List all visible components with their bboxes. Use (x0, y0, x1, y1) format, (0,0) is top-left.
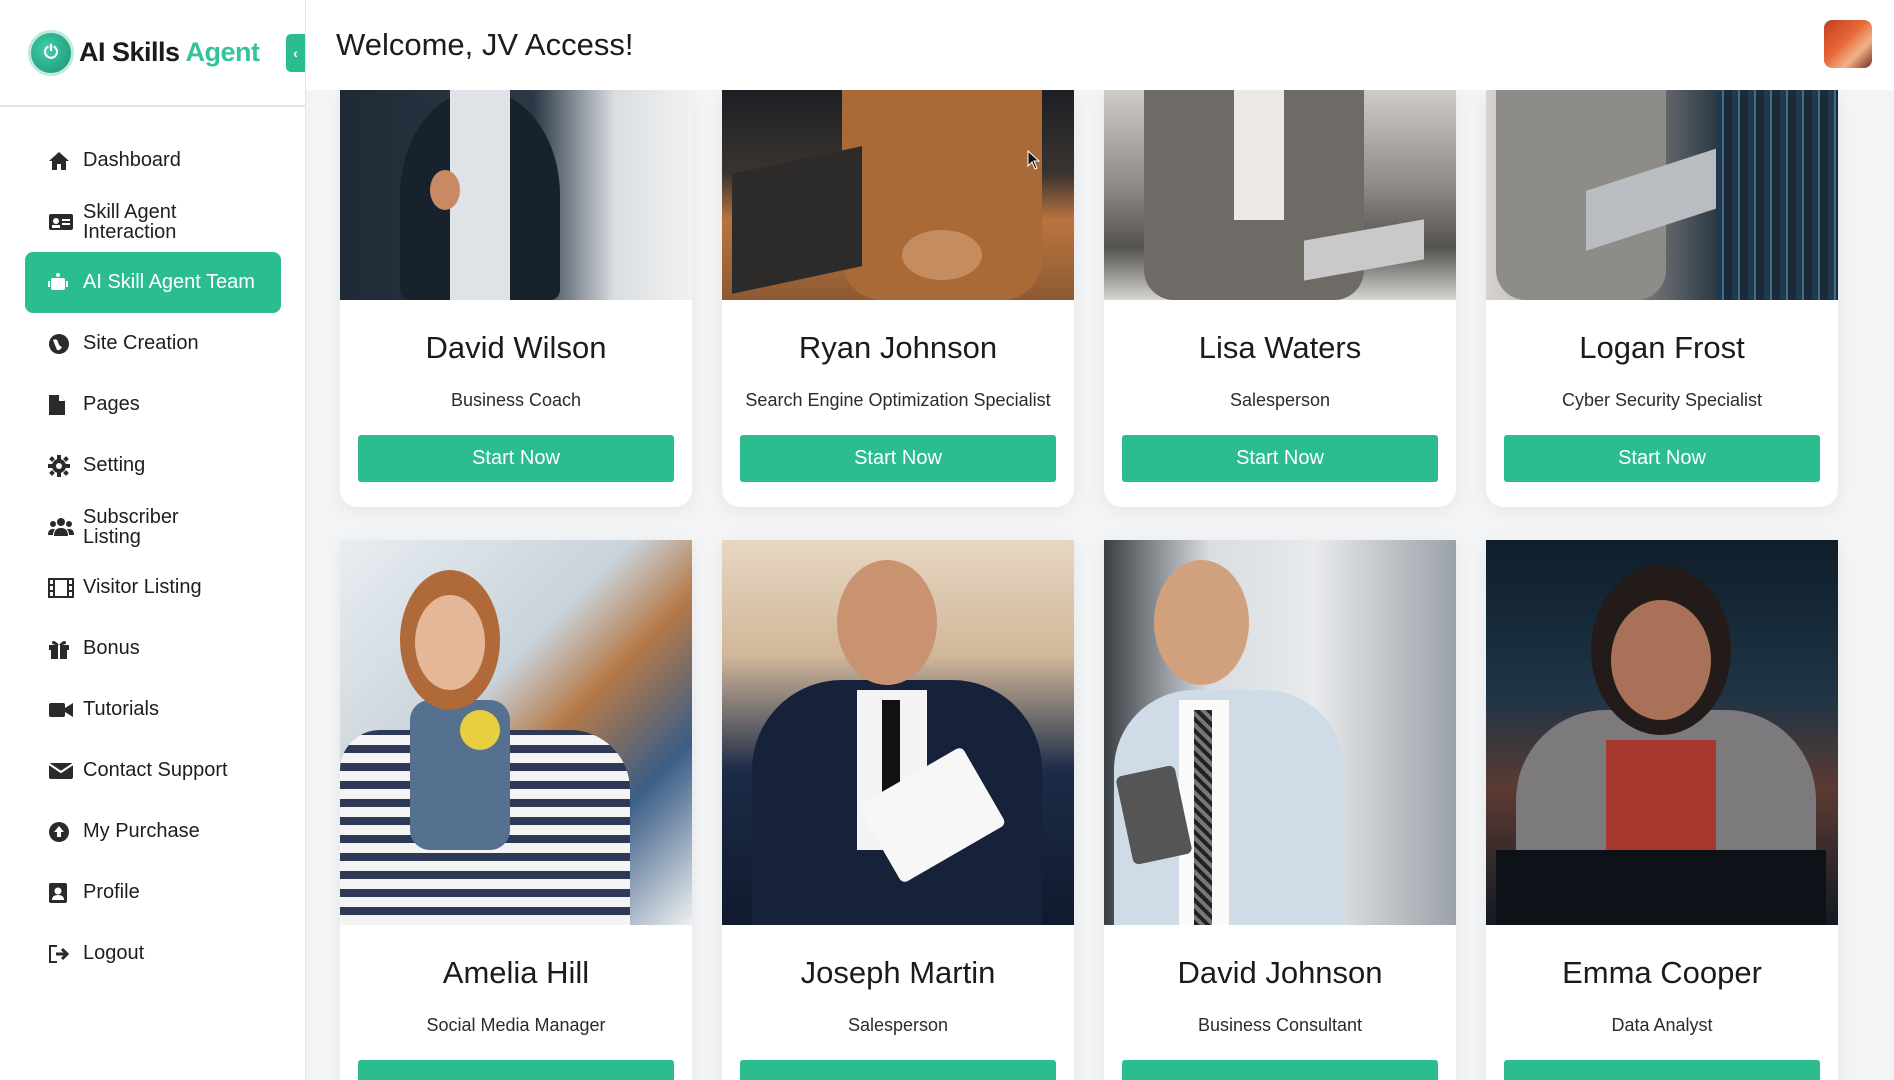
envelope-icon (48, 759, 76, 783)
chevron-left-icon: ‹ (293, 45, 298, 61)
agent-name: Logan Frost (1579, 330, 1745, 365)
sidebar-collapse-button[interactable]: ‹ (286, 34, 305, 72)
start-now-button[interactable]: Start Now (358, 435, 674, 482)
agent-card: David Johnson Business Consultant (1104, 540, 1456, 1080)
sidebar-item-dashboard[interactable]: Dashboard (25, 130, 281, 191)
sidebar-item-label: My Purchase (83, 820, 200, 842)
brand-name: AI Skills Agent (79, 37, 260, 68)
file-icon (48, 393, 76, 417)
logout-icon (48, 942, 76, 966)
sidebar-item-label: Pages (83, 393, 140, 415)
agent-role: Data Analyst (1611, 1015, 1713, 1035)
sidebar-item-label: Bonus (83, 637, 140, 659)
gift-icon (48, 637, 76, 661)
sidebar-item-profile[interactable]: Profile (25, 862, 281, 923)
sidebar-nav: Dashboard Skill Agent Interaction AI Ski… (25, 130, 281, 984)
sidebar-item-label: Visitor Listing (83, 576, 202, 598)
agent-card: Lisa Waters Salesperson Start Now (1104, 90, 1456, 507)
home-icon (48, 149, 76, 173)
agent-name: Ryan Johnson (798, 330, 998, 365)
agent-photo (340, 90, 692, 300)
agent-name: Amelia Hill (442, 955, 590, 990)
user-badge-icon (48, 881, 76, 905)
agent-grid: David Wilson Business Coach Start Now Ry… (306, 90, 1894, 1080)
agent-photo (1486, 540, 1838, 925)
agent-card: Logan Frost Cyber Security Specialist St… (1486, 90, 1838, 507)
sidebar-item-tutorials[interactable]: Tutorials (25, 679, 281, 740)
sidebar-item-visitor-listing[interactable]: Visitor Listing (25, 557, 281, 618)
agent-role: Cyber Security Specialist (1561, 390, 1763, 410)
agent-card: Emma Cooper Data Analyst (1486, 540, 1838, 1080)
agent-photo (1486, 90, 1838, 300)
sidebar-item-ai-skill-agent-team[interactable]: AI Skill Agent Team (25, 252, 281, 313)
agent-role: Business Coach (450, 390, 582, 410)
sidebar-item-label: Profile (83, 881, 140, 903)
users-icon (48, 515, 76, 539)
brand: ⏻ AI Skills Agent ‹ (0, 0, 305, 107)
sidebar-item-my-purchase[interactable]: My Purchase (25, 801, 281, 862)
sidebar-item-label: Logout (83, 942, 145, 964)
avatar[interactable] (1824, 20, 1872, 68)
upload-circle-icon (48, 820, 76, 844)
agent-name: Joseph Martin (800, 955, 996, 990)
sidebar-item-pages[interactable]: Pages (25, 374, 281, 435)
sidebar-item-label: Subscriber Listing (83, 505, 179, 548)
agent-role: Salesperson (847, 1015, 949, 1035)
logo-icon: ⏻ (28, 29, 74, 76)
agent-role: Search Engine Optimization Specialist (745, 390, 1051, 410)
sidebar-item-label: Setting (83, 454, 146, 476)
agent-role: Social Media Manager (426, 1015, 606, 1035)
brand-name-part1: AI Skills (79, 37, 180, 67)
start-now-button[interactable] (1122, 1060, 1438, 1080)
agent-photo (722, 540, 1074, 925)
agent-card: Ryan Johnson Search Engine Optimization … (722, 90, 1074, 507)
sidebar-item-logout[interactable]: Logout (25, 923, 281, 984)
agent-name: Emma Cooper (1562, 955, 1762, 990)
agent-role: Business Consultant (1197, 1015, 1363, 1035)
agent-name: David Johnson (1177, 955, 1383, 990)
welcome-message: Welcome, JV Access! (336, 27, 634, 62)
sidebar-item-contact-support[interactable]: Contact Support (25, 740, 281, 801)
video-icon (48, 698, 76, 722)
robot-icon (48, 271, 76, 295)
start-now-button[interactable] (740, 1060, 1056, 1080)
agent-card: Amelia Hill Social Media Manager (340, 540, 692, 1080)
sidebar-item-label: Dashboard (83, 149, 181, 171)
agent-name: Lisa Waters (1198, 330, 1362, 365)
start-now-button[interactable] (358, 1060, 674, 1080)
agent-card: David Wilson Business Coach Start Now (340, 90, 692, 507)
film-icon (48, 576, 76, 600)
start-now-button[interactable]: Start Now (1504, 435, 1820, 482)
top-header: Welcome, JV Access! (306, 0, 1894, 90)
agent-photo (1104, 90, 1456, 300)
agent-card: Joseph Martin Salesperson (722, 540, 1074, 1080)
sidebar-item-skill-agent-interaction[interactable]: Skill Agent Interaction (25, 191, 281, 252)
sidebar-item-label: AI Skill Agent Team (83, 271, 255, 293)
sidebar-item-bonus[interactable]: Bonus (25, 618, 281, 679)
agent-photo (340, 540, 692, 925)
globe-icon (48, 332, 76, 356)
sidebar-item-label: Tutorials (83, 698, 159, 720)
start-now-button[interactable]: Start Now (740, 435, 1056, 482)
start-now-button[interactable] (1504, 1060, 1820, 1080)
agent-photo (722, 90, 1074, 300)
sidebar: ⏻ AI Skills Agent ‹ Dashboard Skill Agent… (0, 0, 306, 1080)
gear-icon (48, 454, 76, 478)
sidebar-item-label: Skill Agent Interaction (83, 200, 177, 243)
agent-photo (1104, 540, 1456, 925)
start-now-button[interactable]: Start Now (1122, 435, 1438, 482)
brand-name-part2: Agent (185, 37, 261, 67)
sidebar-item-site-creation[interactable]: Site Creation (25, 313, 281, 374)
sidebar-item-setting[interactable]: Setting (25, 435, 281, 496)
agent-role: Salesperson (1229, 390, 1331, 410)
id-card-icon (48, 210, 76, 234)
sidebar-item-subscriber-listing[interactable]: Subscriber Listing (25, 496, 281, 557)
sidebar-item-label: Contact Support (83, 759, 228, 781)
mouse-cursor-icon (1027, 149, 1041, 175)
sidebar-item-label: Site Creation (83, 332, 199, 354)
agent-name: David Wilson (425, 330, 607, 365)
